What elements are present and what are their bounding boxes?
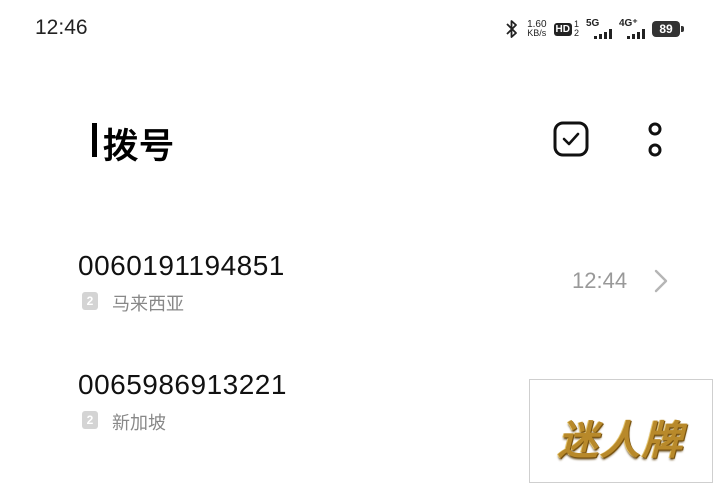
- more-options-button[interactable]: [646, 121, 664, 159]
- page-title: 拨号: [103, 127, 176, 167]
- select-button[interactable]: [553, 121, 589, 157]
- status-bar: 12:46 1.60 KB/s HD 1 2 5G 4G⁺ 89: [0, 0, 720, 56]
- hd-sim-indicator: 1 2: [573, 19, 579, 38]
- title-cursor: [92, 123, 97, 157]
- sim-card-icon: 2: [82, 411, 98, 429]
- brand-logo: 迷人牌: [529, 379, 713, 483]
- call-location: 新加坡: [112, 413, 166, 434]
- signal-bars-icon: [627, 29, 645, 39]
- bluetooth-icon: [506, 20, 517, 38]
- status-time: 12:46: [35, 16, 88, 39]
- call-number: 0060191194851: [78, 250, 285, 281]
- status-icons: 1.60 KB/s HD 1 2 5G 4G⁺ 89: [504, 16, 684, 42]
- call-location: 马来西亚: [112, 294, 184, 315]
- signal-4g: 4G⁺: [619, 19, 645, 39]
- network-speed: 1.60 KB/s: [527, 19, 547, 38]
- signal-bars-icon: [594, 29, 612, 39]
- call-time: 12:44: [572, 268, 628, 293]
- sim-card-icon: 2: [82, 292, 98, 310]
- chevron-right-icon[interactable]: [653, 268, 669, 294]
- signal-5g: 5G: [586, 19, 612, 39]
- checkbox-select-icon: [553, 121, 589, 157]
- brand-logo-text: 迷人牌: [558, 418, 684, 464]
- hd-voice-icon: HD: [553, 22, 572, 36]
- more-vertical-icon: [648, 122, 662, 157]
- call-log-item[interactable]: 0060191194851 2 马来西亚 12:44: [0, 238, 720, 348]
- call-number: 0065986913221: [78, 369, 287, 400]
- battery-icon: 89: [652, 21, 684, 37]
